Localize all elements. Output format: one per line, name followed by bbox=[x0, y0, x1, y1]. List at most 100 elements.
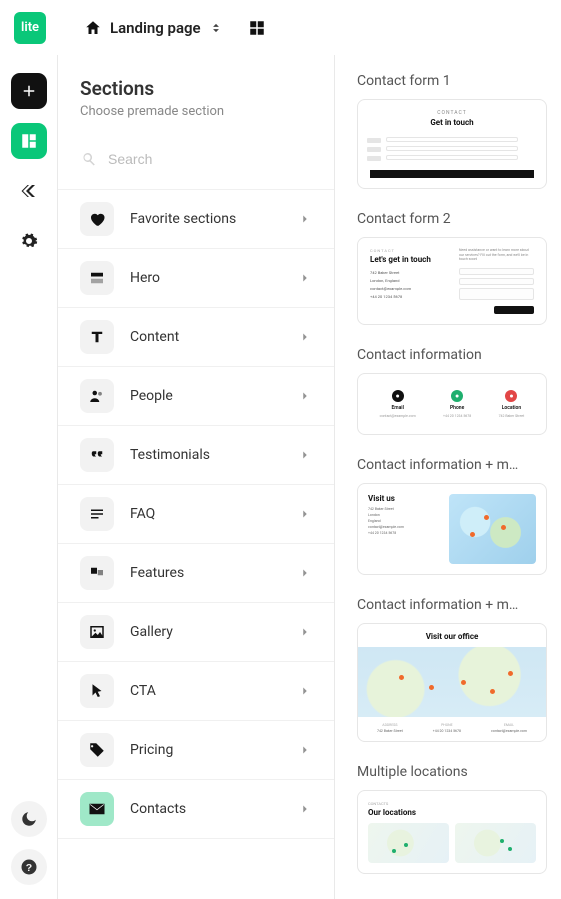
preview-sub: 742 Baker Street bbox=[499, 414, 525, 418]
preview-col-value: 742 Baker Street bbox=[377, 729, 403, 733]
preview-item: Contact information + m…Visit us742 Bake… bbox=[357, 457, 547, 575]
preview-col-label: EMAIL bbox=[504, 723, 514, 727]
category-mail[interactable]: Contacts bbox=[58, 780, 334, 839]
quote-icon bbox=[80, 438, 114, 472]
preview-col-label: PHONE bbox=[441, 723, 453, 727]
preview-text: London, England bbox=[370, 278, 445, 283]
preview-text: 742 Baker Street bbox=[370, 270, 445, 275]
help-icon: ? bbox=[20, 858, 38, 876]
preview-field bbox=[459, 268, 534, 275]
preview-heading: Get in touch bbox=[430, 118, 473, 127]
help-button[interactable]: ? bbox=[11, 849, 47, 885]
preview-text: contact@example.com bbox=[368, 525, 439, 529]
preview-field bbox=[386, 155, 517, 160]
search-field[interactable] bbox=[80, 139, 312, 179]
updown-icon bbox=[209, 21, 223, 35]
search-input[interactable] bbox=[108, 151, 312, 167]
preview-item: Contact information + m… Visit our office… bbox=[357, 597, 547, 742]
preview-column: PHONE+44 20 1234 5678 bbox=[433, 723, 461, 733]
search-icon bbox=[80, 150, 98, 168]
category-image[interactable]: Gallery bbox=[58, 603, 334, 662]
category-quote[interactable]: Testimonials bbox=[58, 426, 334, 485]
map-icon bbox=[358, 647, 546, 717]
category-heart[interactable]: Favorite sections bbox=[58, 189, 334, 249]
preview-card[interactable]: Visit our office ADDRESS 742 Baker Street P… bbox=[357, 623, 547, 742]
preview-label: Phone bbox=[450, 405, 464, 411]
category-label: Contacts bbox=[130, 801, 282, 817]
chevron-right-icon bbox=[298, 271, 312, 285]
chevron-right-icon bbox=[298, 802, 312, 816]
preview-text: contact@example.com bbox=[370, 286, 445, 291]
rail-settings-button[interactable] bbox=[11, 223, 47, 259]
category-people[interactable]: People bbox=[58, 367, 334, 426]
chevron-right-icon bbox=[298, 684, 312, 698]
category-list[interactable]: FAQ bbox=[58, 485, 334, 544]
previews-column: Contact form 1CONTACTGet in touchContact… bbox=[335, 55, 561, 899]
category-label: Favorite sections bbox=[130, 211, 282, 227]
preview-kicker: CONTACTS bbox=[368, 801, 536, 806]
apps-button[interactable] bbox=[241, 12, 273, 44]
category-hero[interactable]: Hero bbox=[58, 249, 334, 308]
mail-icon bbox=[80, 792, 114, 826]
brand-label: lite bbox=[21, 20, 39, 35]
theme-toggle-button[interactable] bbox=[11, 801, 47, 837]
ticket-icon bbox=[20, 182, 38, 200]
preview-button bbox=[370, 170, 534, 178]
preview-field bbox=[386, 137, 517, 142]
preview-col-label: ADDRESS bbox=[382, 723, 397, 727]
svg-text:?: ? bbox=[25, 862, 31, 874]
breadcrumb[interactable]: Landing page bbox=[64, 19, 223, 37]
preview-heading: Visit our office bbox=[358, 624, 546, 647]
rail-bottom: ? bbox=[0, 801, 57, 885]
chevron-right-icon bbox=[298, 389, 312, 403]
cards-icon bbox=[80, 556, 114, 590]
preview-card[interactable]: CONTACTSOur locations bbox=[357, 790, 547, 874]
preview-sub: contact@example.com bbox=[380, 414, 416, 418]
category-label: CTA bbox=[130, 683, 282, 699]
preview-label: Location bbox=[502, 405, 521, 411]
preview-title: Contact form 2 bbox=[357, 211, 547, 227]
cursor-icon bbox=[80, 674, 114, 708]
topbar: lite Landing page bbox=[0, 0, 561, 55]
grid-icon bbox=[248, 19, 266, 37]
preview-text: 742 Baker Street bbox=[368, 507, 439, 511]
preview-kicker: CONTACT bbox=[437, 110, 466, 116]
preview-heading: Let's get in touch bbox=[370, 255, 445, 264]
gear-icon bbox=[20, 232, 38, 250]
category-cards[interactable]: Features bbox=[58, 544, 334, 603]
hero-icon bbox=[80, 261, 114, 295]
moon-icon bbox=[20, 810, 38, 828]
preview-text: England bbox=[368, 519, 439, 523]
preview-text: London bbox=[368, 513, 439, 517]
category-label: Gallery bbox=[130, 624, 282, 640]
preview-card[interactable]: CONTACTLet's get in touch742 Baker Stree… bbox=[357, 237, 547, 325]
panel-subtitle: Choose premade section bbox=[80, 104, 312, 119]
preview-column: EMAIL contact@example.com bbox=[491, 723, 527, 733]
brand-logo[interactable]: lite bbox=[14, 12, 46, 44]
preview-field bbox=[459, 278, 534, 285]
preview-card[interactable]: Visit us 742 Baker Street London England con… bbox=[357, 483, 547, 575]
category-cursor[interactable]: CTA bbox=[58, 662, 334, 721]
rail-layout-button[interactable] bbox=[11, 123, 47, 159]
category-label: Testimonials bbox=[130, 447, 282, 463]
people-icon bbox=[80, 379, 114, 413]
preview-card[interactable]: CONTACT Get in touch bbox=[357, 99, 547, 189]
preview-heading: Visit us bbox=[368, 494, 439, 503]
category-tag[interactable]: Pricing bbox=[58, 721, 334, 780]
preview-card[interactable]: ●Emailcontact@example.com●Phone+44 20 12… bbox=[357, 373, 547, 435]
category-text[interactable]: Content bbox=[58, 308, 334, 367]
rail-tag-button[interactable] bbox=[11, 173, 47, 209]
chevron-right-icon bbox=[298, 330, 312, 344]
preview-title: Contact information + m… bbox=[357, 597, 547, 613]
preview-sub: +44 20 1234 5678 bbox=[443, 414, 471, 418]
rail-add-button[interactable] bbox=[11, 73, 47, 109]
map-icon bbox=[455, 823, 536, 863]
preview-text: +44 20 1234 5678 bbox=[368, 531, 439, 535]
preview-col-value: contact@example.com bbox=[491, 729, 527, 733]
chevron-right-icon bbox=[298, 448, 312, 462]
preview-text: Need assistance or want to learn more ab… bbox=[459, 248, 534, 262]
preview-title: Contact information bbox=[357, 347, 547, 363]
category-label: Features bbox=[130, 565, 282, 581]
map-icon bbox=[449, 494, 536, 564]
preview-title: Multiple locations bbox=[357, 764, 547, 780]
